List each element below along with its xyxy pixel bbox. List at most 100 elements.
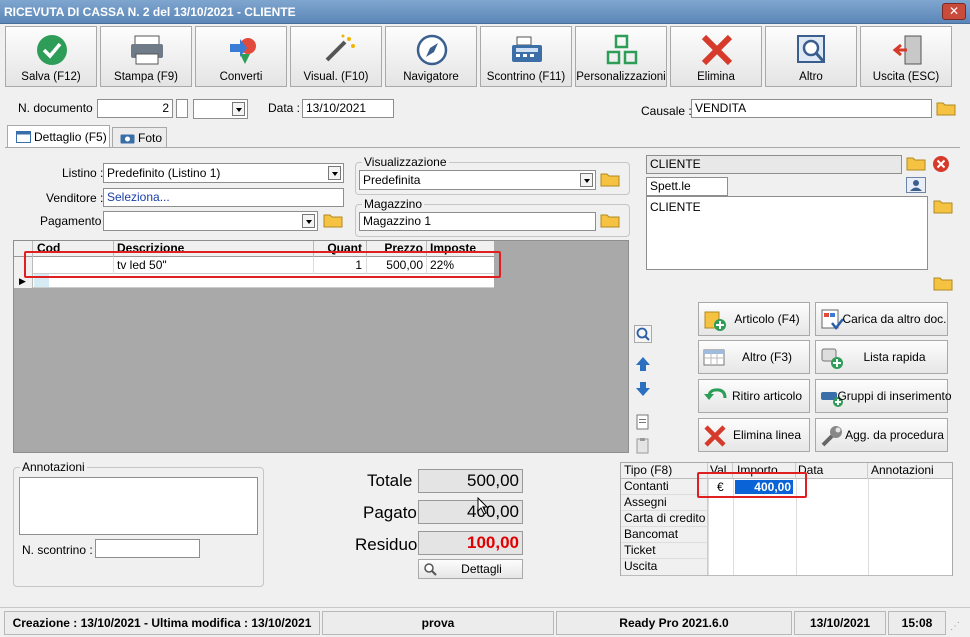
pagato-label: Pagato bbox=[363, 503, 417, 522]
list-item[interactable]: Uscita bbox=[621, 559, 708, 575]
articolo-button-label: Articolo (F4) bbox=[734, 312, 800, 326]
totale-value: 500,00 bbox=[418, 469, 523, 493]
visualizzazione-select[interactable]: Predefinita bbox=[359, 170, 596, 190]
causale-input[interactable]: VENDITA bbox=[691, 99, 932, 118]
lista-rapida-button[interactable]: Lista rapida bbox=[815, 340, 948, 374]
carica-button[interactable]: Carica da altro doc. bbox=[815, 302, 948, 336]
zoom-icon bbox=[424, 563, 437, 576]
cash-register-icon bbox=[512, 36, 542, 62]
tab-foto[interactable]: Foto bbox=[112, 127, 167, 148]
convert-icon bbox=[230, 38, 256, 64]
contact-card-icon[interactable] bbox=[906, 177, 926, 193]
visualizzazione-title: Visualizzazione bbox=[362, 155, 449, 169]
list-item[interactable]: Assegni bbox=[621, 495, 708, 511]
articolo-button[interactable]: Articolo (F4) bbox=[698, 302, 810, 336]
folder-icon[interactable] bbox=[933, 198, 953, 214]
folder-icon[interactable] bbox=[906, 155, 926, 171]
list-item[interactable]: Ticket bbox=[621, 543, 708, 559]
listino-select[interactable]: Predefinito (Listino 1) bbox=[103, 163, 344, 183]
folder-icon[interactable] bbox=[600, 212, 620, 228]
folder-icon[interactable] bbox=[936, 100, 956, 116]
gruppi-button-label: Gruppi di inserimento bbox=[837, 389, 952, 403]
delete-x-icon bbox=[704, 425, 726, 447]
paste-icon[interactable] bbox=[634, 437, 652, 455]
save-button[interactable]: Salva (F12) bbox=[5, 26, 97, 87]
search-icon[interactable] bbox=[634, 325, 652, 343]
gruppi-button[interactable]: Gruppi di inserimento bbox=[815, 379, 952, 413]
pagamento-select[interactable] bbox=[103, 211, 318, 231]
table-icon bbox=[16, 131, 31, 143]
status-time: 15:08 bbox=[888, 611, 946, 635]
chevron-down-icon[interactable] bbox=[302, 214, 315, 228]
customize-grid-icon bbox=[606, 34, 638, 65]
venditore-label: Venditore : bbox=[46, 191, 104, 205]
elimina-linea-button[interactable]: Elimina linea bbox=[698, 418, 810, 452]
dettagli-button[interactable]: Dettagli bbox=[418, 559, 523, 579]
customize-button[interactable]: Personalizzazioni bbox=[575, 26, 667, 87]
copy-icon[interactable] bbox=[634, 413, 652, 431]
elimina-linea-button-label: Elimina linea bbox=[732, 428, 802, 442]
lista-rapida-button-label: Lista rapida bbox=[863, 350, 926, 364]
row-highlight-box bbox=[24, 251, 501, 278]
navigator-button[interactable]: Navigatore bbox=[385, 26, 477, 87]
clear-icon[interactable] bbox=[932, 155, 950, 173]
magazzino-input[interactable]: Magazzino 1 bbox=[359, 212, 596, 231]
list-item[interactable]: Contanti bbox=[621, 479, 708, 495]
date-label: Data : bbox=[268, 101, 301, 115]
doc-series-select[interactable] bbox=[193, 99, 248, 119]
customer-title-field[interactable]: Spett.le bbox=[646, 177, 728, 196]
annotazioni-textarea[interactable] bbox=[19, 477, 258, 535]
resize-grip-icon[interactable]: ⋰ bbox=[950, 620, 964, 634]
load-document-icon bbox=[821, 309, 844, 331]
chevron-down-icon[interactable] bbox=[328, 166, 341, 180]
table-add-icon bbox=[703, 349, 725, 366]
col-annotazioni[interactable]: Annotazioni bbox=[868, 463, 952, 479]
totale-label: Totale bbox=[367, 471, 413, 490]
tab-dettaglio[interactable]: Dettaglio (F5) bbox=[7, 125, 110, 148]
save-check-icon bbox=[37, 35, 67, 65]
customize-button-label: Personalizzazioni bbox=[576, 71, 666, 83]
camera-icon bbox=[120, 134, 135, 144]
ritiro-button[interactable]: Ritiro articolo bbox=[698, 379, 810, 413]
window-close-button[interactable]: ✕ bbox=[942, 3, 966, 20]
col-tipo[interactable]: Tipo (F8) bbox=[621, 463, 708, 479]
convert-button[interactable]: Converti bbox=[195, 26, 287, 87]
exit-button-label: Uscita (ESC) bbox=[872, 71, 940, 83]
customer-name-field[interactable]: CLIENTE bbox=[646, 155, 902, 174]
list-item[interactable]: Bancomat bbox=[621, 527, 708, 543]
arrow-down-icon[interactable] bbox=[634, 380, 652, 398]
delete-button[interactable]: Elimina bbox=[670, 26, 762, 87]
altro-f3-button[interactable]: Altro (F3) bbox=[698, 340, 810, 374]
doc-number-input[interactable]: 2 bbox=[97, 99, 173, 118]
venditore-input[interactable]: Seleziona... bbox=[103, 188, 344, 207]
chevron-down-icon[interactable] bbox=[580, 173, 593, 187]
receipt-button[interactable]: Scontrino (F11) bbox=[480, 26, 572, 87]
quick-list-icon bbox=[821, 348, 843, 369]
customer-address-textarea[interactable]: CLIENTE bbox=[646, 196, 928, 270]
return-arrow-icon bbox=[704, 388, 727, 400]
chevron-down-icon[interactable] bbox=[232, 102, 245, 116]
print-button[interactable]: Stampa (F9) bbox=[100, 26, 192, 87]
ritiro-button-label: Ritiro articolo bbox=[731, 389, 803, 403]
payments-divider bbox=[868, 479, 869, 575]
doc-number-spin[interactable] bbox=[176, 99, 188, 118]
magic-wand-icon bbox=[325, 34, 355, 62]
agg-procedura-button[interactable]: Agg. da procedura bbox=[815, 418, 948, 452]
tab-divider bbox=[5, 147, 960, 148]
scontrino-input[interactable] bbox=[95, 539, 200, 558]
status-version: Ready Pro 2021.6.0 bbox=[556, 611, 792, 635]
visualize-button[interactable]: Visual. (F10) bbox=[290, 26, 382, 87]
carica-button-label: Carica da altro doc. bbox=[842, 312, 947, 326]
date-input[interactable]: 13/10/2021 bbox=[302, 99, 394, 118]
arrow-up-icon[interactable] bbox=[634, 355, 652, 373]
pagamento-label: Pagamento : bbox=[40, 214, 109, 228]
listino-value: Predefinito (Listino 1) bbox=[107, 166, 221, 180]
more-button[interactable]: Altro bbox=[765, 26, 857, 87]
list-item[interactable]: Carta di credito bbox=[621, 511, 708, 527]
folder-icon[interactable] bbox=[600, 171, 620, 187]
folder-icon[interactable] bbox=[323, 212, 343, 228]
mouse-cursor-icon bbox=[477, 497, 489, 515]
folder-icon[interactable] bbox=[933, 275, 953, 291]
add-article-icon bbox=[704, 311, 726, 331]
exit-button[interactable]: Uscita (ESC) bbox=[860, 26, 952, 87]
